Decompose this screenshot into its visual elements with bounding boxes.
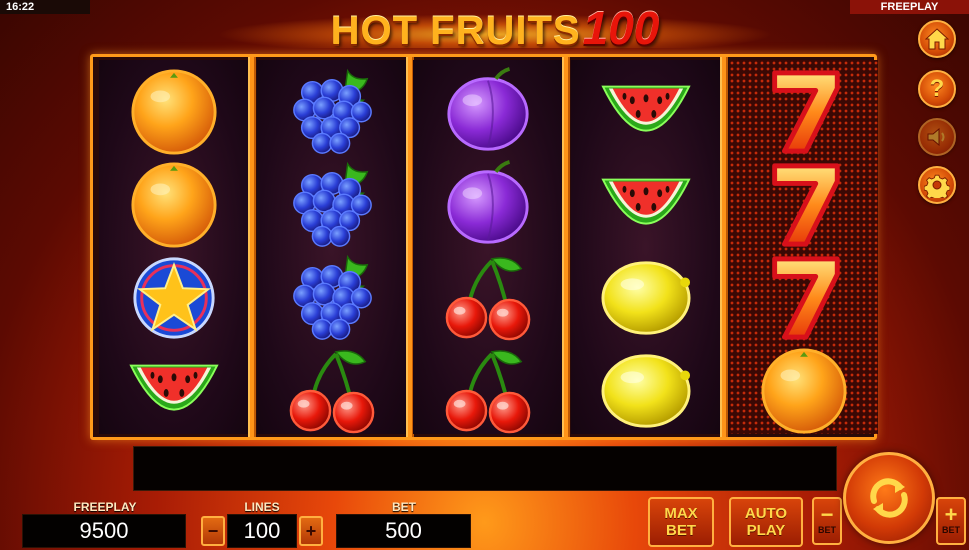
watermelon-symbol [583, 66, 708, 158]
seven-icon [771, 163, 840, 247]
bet-decrease-button[interactable]: − BET [812, 497, 842, 545]
spin-arrows-icon [870, 478, 908, 518]
grapes-icon [292, 68, 372, 154]
reel-separator [562, 57, 570, 437]
star-symbol [111, 252, 236, 344]
plum-symbol [425, 66, 550, 158]
seven-icon [771, 256, 840, 340]
orange-symbol [111, 66, 236, 158]
home-button[interactable] [918, 20, 956, 58]
clock: 16:22 [0, 0, 90, 14]
plum-icon [446, 67, 529, 151]
reel-2 [257, 60, 406, 434]
help-button[interactable]: ? [918, 70, 956, 108]
lemon-icon [600, 354, 691, 428]
seven-symbol [741, 252, 866, 344]
grapes-icon [292, 161, 372, 247]
bet-value: 500 [336, 514, 471, 548]
cherries-icon [445, 350, 530, 434]
reel-4 [571, 60, 720, 434]
watermelon-icon [600, 85, 691, 132]
auto-play-label-2: PLAY [746, 522, 786, 539]
auto-play-button[interactable]: AUTO PLAY [729, 497, 803, 547]
cherries-symbol [425, 345, 550, 437]
sound-button[interactable] [918, 118, 956, 156]
plum-icon [446, 160, 529, 244]
orange-icon [130, 69, 217, 155]
logo-number: 100 [582, 2, 660, 54]
bet-label: BET [392, 500, 416, 514]
logo-title: HOT FRUITS [330, 9, 581, 53]
grapes-symbol [269, 159, 394, 251]
orange-icon [760, 348, 847, 434]
bet-decrease-label: BET [818, 525, 836, 535]
cherries-icon [289, 350, 374, 434]
orange-icon [130, 162, 217, 248]
grapes-symbol [269, 252, 394, 344]
mode-badge: FREEPLAY [850, 0, 969, 14]
grapes-icon [292, 254, 372, 340]
orange-symbol [111, 159, 236, 251]
lemon-symbol [583, 345, 708, 437]
plum-symbol [425, 159, 550, 251]
bet-increase-button[interactable]: + BET [936, 497, 966, 545]
cherries-symbol [269, 345, 394, 437]
max-bet-label-2: BET [666, 522, 696, 539]
reel-5 [729, 60, 878, 434]
reel-separator [720, 57, 728, 437]
max-bet-button[interactable]: MAX BET [648, 497, 714, 547]
win-info-strip [133, 446, 837, 491]
credit-label: FREEPLAY [73, 500, 137, 514]
spin-button[interactable] [843, 452, 935, 544]
reel-3 [413, 60, 562, 434]
help-icon: ? [929, 75, 945, 102]
seven-symbol [741, 66, 866, 158]
watermelon-icon [600, 178, 691, 225]
max-bet-label-1: MAX [664, 505, 698, 522]
lines-decrease-button[interactable]: − [201, 516, 225, 546]
grapes-symbol [269, 66, 394, 158]
home-icon [925, 28, 949, 50]
lines-value: 100 [227, 514, 297, 548]
cherries-icon [445, 257, 530, 341]
lines-increase-button[interactable]: + [299, 516, 323, 546]
orange-symbol [741, 345, 866, 437]
gear-icon [924, 174, 950, 198]
watermelon-symbol [111, 345, 236, 437]
sound-icon [927, 127, 945, 147]
reel-separator [248, 57, 256, 437]
game-logo: HOT FRUITS100 [215, 2, 775, 54]
lemon-symbol [583, 252, 708, 344]
credit-value: 9500 [22, 514, 186, 548]
watermelon-icon [128, 364, 219, 411]
auto-play-label-1: AUTO [744, 505, 788, 522]
lines-label: LINES [244, 500, 280, 514]
reel-1 [99, 60, 248, 434]
reels-frame [90, 54, 878, 440]
star-icon [132, 257, 215, 339]
cherries-symbol [425, 252, 550, 344]
seven-symbol [741, 159, 866, 251]
bet-increase-symbol: + [944, 502, 958, 527]
watermelon-symbol [583, 159, 708, 251]
bet-decrease-symbol: − [820, 502, 834, 527]
bet-increase-label: BET [942, 525, 960, 535]
seven-icon [771, 70, 840, 154]
lemon-icon [600, 261, 691, 335]
settings-button[interactable] [918, 166, 956, 204]
